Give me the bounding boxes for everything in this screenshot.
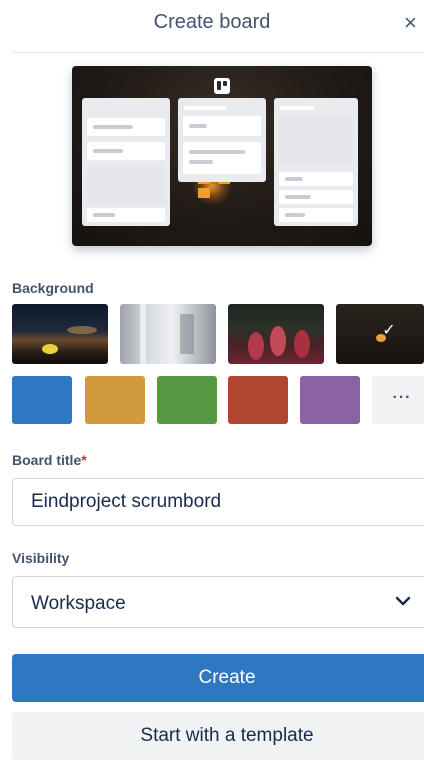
more-backgrounds-button[interactable]: ··· [372, 376, 424, 424]
preview-card [87, 142, 165, 160]
preview-card [279, 208, 353, 222]
preview-card [87, 208, 165, 222]
board-preview [72, 66, 372, 246]
background-photo-mountain[interactable] [12, 304, 108, 364]
visibility-select[interactable]: Workspace [12, 576, 424, 628]
preview-card [279, 116, 353, 166]
preview-card [87, 118, 165, 136]
background-photo-building[interactable] [120, 304, 216, 364]
trello-logo-icon [214, 78, 230, 94]
preview-list [82, 98, 170, 226]
close-button[interactable]: × [404, 8, 424, 38]
close-icon[interactable]: × [404, 10, 417, 35]
preview-list [274, 98, 358, 226]
background-photo-tulips[interactable] [228, 304, 324, 364]
background-color-purple[interactable] [300, 376, 360, 424]
dialog-title: Create board [153, 11, 271, 33]
chevron-down-icon [395, 596, 411, 606]
dialog-header: Create board × [0, 0, 424, 48]
background-color-blue[interactable] [12, 376, 72, 424]
preview-card [183, 142, 261, 174]
board-title-label: Board title* [12, 452, 87, 468]
visibility-value: Workspace [31, 593, 126, 614]
preview-window-light [198, 188, 210, 198]
background-color-orange[interactable] [85, 376, 145, 424]
more-icon[interactable]: ··· [393, 389, 412, 406]
preview-list [178, 98, 266, 182]
create-button[interactable]: Create [12, 654, 424, 702]
background-color-red[interactable] [228, 376, 288, 424]
preview-card [279, 190, 353, 204]
start-with-template-button[interactable]: Start with a template [12, 712, 424, 760]
background-color-green[interactable] [157, 376, 217, 424]
required-marker: * [81, 452, 87, 468]
board-title-input[interactable] [12, 478, 424, 526]
preview-card [183, 116, 261, 136]
header-divider [12, 52, 424, 53]
preview-card [87, 166, 165, 204]
background-label: Background [12, 280, 94, 296]
background-photo-city[interactable]: ✓ [336, 304, 424, 364]
preview-card [279, 172, 353, 186]
visibility-label: Visibility [12, 550, 70, 566]
check-icon: ✓ [382, 322, 396, 339]
